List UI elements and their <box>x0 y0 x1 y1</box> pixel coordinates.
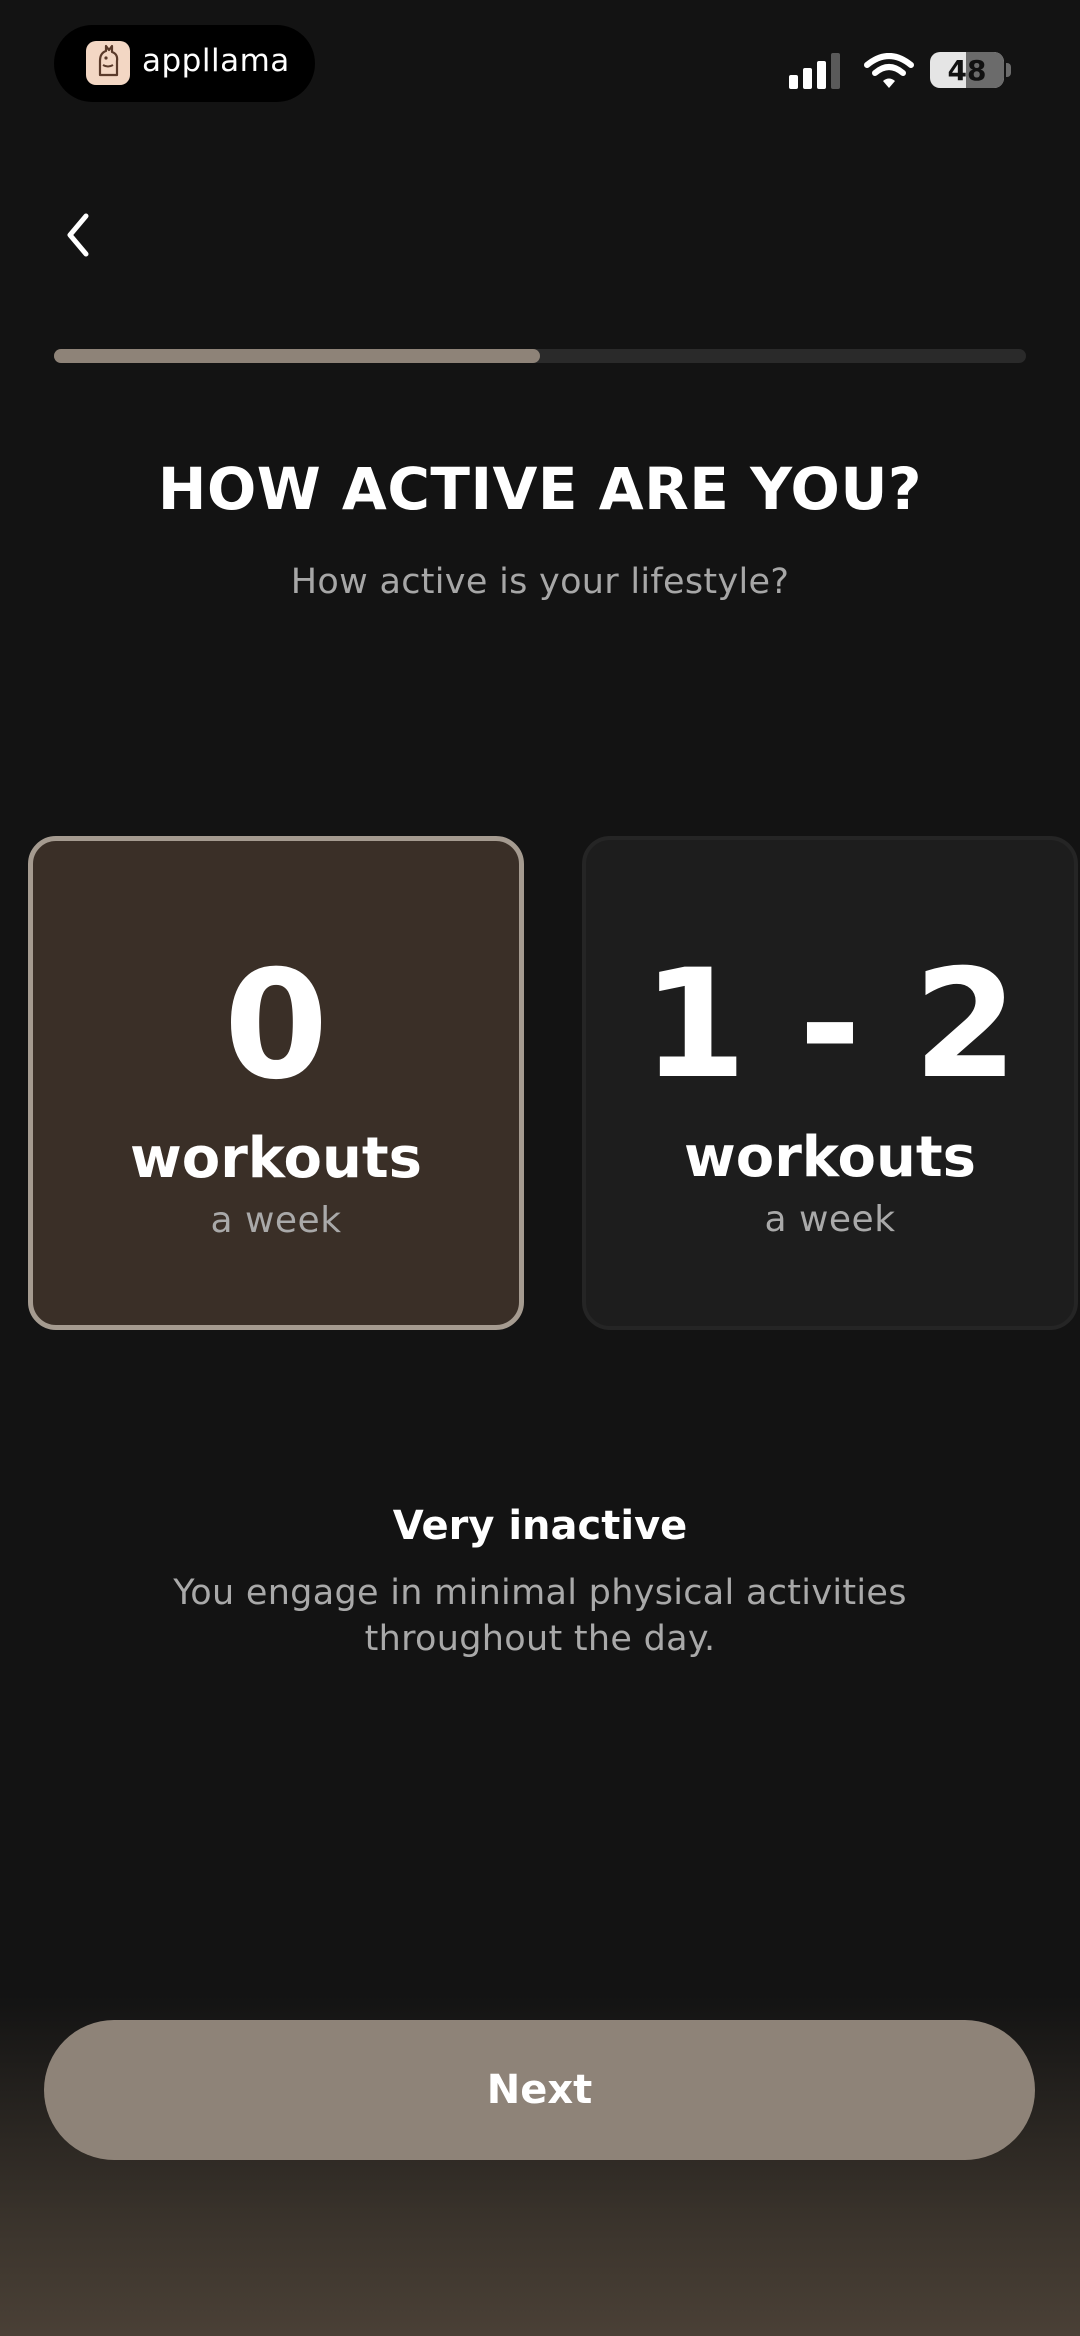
wifi-icon <box>864 53 914 88</box>
screen: appllama 48 HOW ACTIVE ARE YOU? How acti… <box>0 0 1080 2336</box>
option-frequency: a week <box>764 1199 896 1240</box>
activity-level-title: Very inactive <box>392 1503 688 1549</box>
back-button[interactable] <box>48 200 108 270</box>
battery-cap <box>1006 63 1011 77</box>
option-number: 0 <box>223 939 329 1113</box>
battery-level: 48 <box>947 53 987 87</box>
option-card-1-2-workouts[interactable]: 1 - 2 workouts a week <box>582 836 1078 1330</box>
progress-fill <box>54 349 540 363</box>
activity-level-description: You engage in minimal physical activitie… <box>173 1573 907 1659</box>
option-number: 1 - 2 <box>642 938 1018 1112</box>
recorder-name: appllama <box>142 43 290 79</box>
next-button[interactable]: Next <box>44 2020 1035 2160</box>
page-title: HOW ACTIVE ARE YOU? <box>157 455 923 523</box>
onboarding-progress-bar <box>54 349 1026 363</box>
option-frequency: a week <box>210 1200 342 1241</box>
screen-recorder-pill[interactable]: appllama <box>54 25 315 102</box>
chevron-left-icon <box>67 213 89 257</box>
page-subtitle: How active is your lifestyle? <box>290 562 790 602</box>
signal-bars-icon <box>789 53 840 89</box>
llama-logo-icon <box>86 41 130 85</box>
battery-icon: 48 <box>930 52 1004 88</box>
option-unit: workouts <box>129 1126 422 1191</box>
option-unit: workouts <box>683 1125 976 1190</box>
option-card-0-workouts[interactable]: 0 workouts a week <box>28 836 524 1330</box>
